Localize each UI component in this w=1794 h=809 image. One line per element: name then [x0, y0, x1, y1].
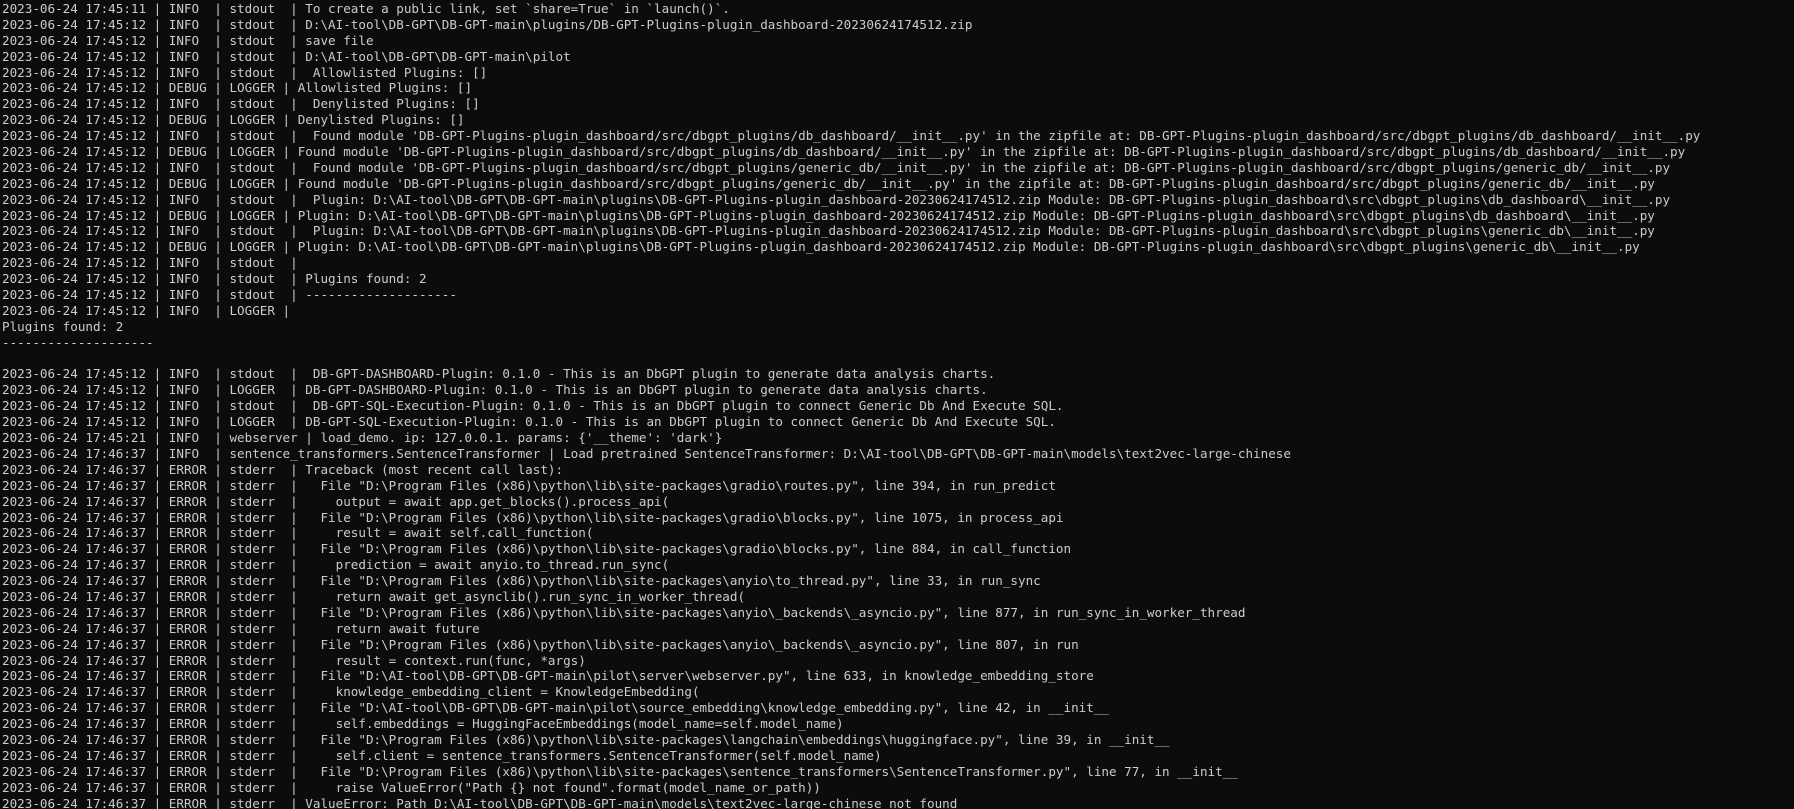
log-line: 2023-06-24 17:45:12 | INFO | stdout | --…: [2, 287, 457, 303]
log-line: 2023-06-24 17:45:12 | INFO | stdout | Fo…: [2, 159, 1671, 175]
log-line: 2023-06-24 17:46:37 | ERROR | stderr | F…: [2, 604, 1246, 620]
log-line: 2023-06-24 17:45:12 | INFO | LOGGER | DB…: [2, 414, 1056, 430]
log-line: 2023-06-24 17:46:37 | ERROR | stderr | F…: [2, 763, 1238, 779]
log-line: 2023-06-24 17:46:37 | ERROR | stderr | r…: [2, 525, 594, 541]
log-line: 2023-06-24 17:46:37 | ERROR | stderr | k…: [2, 684, 700, 700]
log-line: 2023-06-24 17:46:37 | ERROR | stderr | F…: [2, 509, 1064, 525]
log-line: 2023-06-24 17:45:12 | DEBUG | LOGGER | P…: [2, 239, 1640, 255]
log-line: 2023-06-24 17:45:12 | DEBUG | LOGGER | P…: [2, 207, 1655, 223]
log-line: 2023-06-24 17:45:12 | DEBUG | LOGGER | F…: [2, 144, 1686, 160]
log-line: 2023-06-24 17:45:12 | INFO | stdout | D:…: [2, 48, 571, 64]
log-line: 2023-06-24 17:46:37 | ERROR | stderr | s…: [2, 716, 844, 732]
log-line: 2023-06-24 17:46:37 | ERROR | stderr | o…: [2, 493, 670, 509]
log-line: 2023-06-24 17:46:37 | ERROR | stderr | F…: [2, 541, 1072, 557]
log-line: 2023-06-24 17:45:12 | INFO | stdout |: [2, 255, 298, 271]
log-line: 2023-06-24 17:46:37 | ERROR | stderr | r…: [2, 779, 821, 795]
log-line: 2023-06-24 17:46:37 | ERROR | stderr | F…: [2, 477, 1056, 493]
log-line: 2023-06-24 17:45:12 | INFO | stdout | Al…: [2, 64, 488, 80]
log-line: 2023-06-24 17:46:37 | ERROR | stderr | F…: [2, 731, 1170, 747]
log-line: 2023-06-24 17:46:37 | ERROR | stderr | T…: [2, 461, 564, 477]
log-line: 2023-06-24 17:46:37 | ERROR | stderr | p…: [2, 557, 670, 573]
log-line: 2023-06-24 17:45:12 | DEBUG | LOGGER | F…: [2, 175, 1655, 191]
log-line: 2023-06-24 17:45:12 | INFO | stdout | Fo…: [2, 128, 1701, 144]
log-line: 2023-06-24 17:46:37 | ERROR | stderr | F…: [2, 636, 1079, 652]
log-line: 2023-06-24 17:45:12 | DEBUG | LOGGER | A…: [2, 80, 473, 96]
log-line: 2023-06-24 17:46:37 | ERROR | stderr | s…: [2, 747, 882, 763]
log-line: 2023-06-24 17:46:37 | INFO | sentence_tr…: [2, 445, 1291, 461]
log-line: 2023-06-24 17:46:37 | ERROR | stderr | V…: [2, 795, 958, 809]
log-line: Plugins found: 2: [2, 318, 124, 334]
terminal-output[interactable]: 2023-06-24 17:45:11 | INFO | stdout | To…: [0, 0, 1794, 809]
log-line: 2023-06-24 17:45:21 | INFO | webserver |…: [2, 430, 723, 446]
log-line: 2023-06-24 17:45:12 | INFO | stdout | Pl…: [2, 191, 1671, 207]
log-line: 2023-06-24 17:46:37 | ERROR | stderr | F…: [2, 700, 1109, 716]
log-line: 2023-06-24 17:45:12 | INFO | stdout | Pl…: [2, 271, 427, 287]
log-line: 2023-06-24 17:45:11 | INFO | stdout | To…: [2, 1, 730, 16]
log-line: 2023-06-24 17:45:12 | INFO | stdout | Pl…: [2, 223, 1655, 239]
log-line: 2023-06-24 17:45:12 | INFO | stdout | De…: [2, 96, 480, 112]
log-line: 2023-06-24 17:46:37 | ERROR | stderr | r…: [2, 652, 586, 668]
log-line: 2023-06-24 17:46:37 | ERROR | stderr | F…: [2, 668, 1094, 684]
log-line: 2023-06-24 17:45:12 | INFO | stdout | D:…: [2, 16, 973, 32]
log-line: 2023-06-24 17:45:12 | INFO | LOGGER |: [2, 302, 291, 318]
log-line: 2023-06-24 17:45:12 | INFO | stdout | DB…: [2, 366, 996, 382]
log-line: 2023-06-24 17:46:37 | ERROR | stderr | r…: [2, 588, 746, 604]
log-line: 2023-06-24 17:45:12 | INFO | stdout | DB…: [2, 398, 1064, 414]
log-line: 2023-06-24 17:45:12 | DEBUG | LOGGER | D…: [2, 112, 465, 128]
log-line: --------------------: [2, 334, 154, 350]
log-line: 2023-06-24 17:45:12 | INFO | LOGGER | DB…: [2, 382, 988, 398]
log-line: 2023-06-24 17:46:37 | ERROR | stderr | F…: [2, 573, 1041, 589]
log-line: 2023-06-24 17:46:37 | ERROR | stderr | r…: [2, 620, 480, 636]
log-line: 2023-06-24 17:45:12 | INFO | stdout | sa…: [2, 32, 374, 48]
